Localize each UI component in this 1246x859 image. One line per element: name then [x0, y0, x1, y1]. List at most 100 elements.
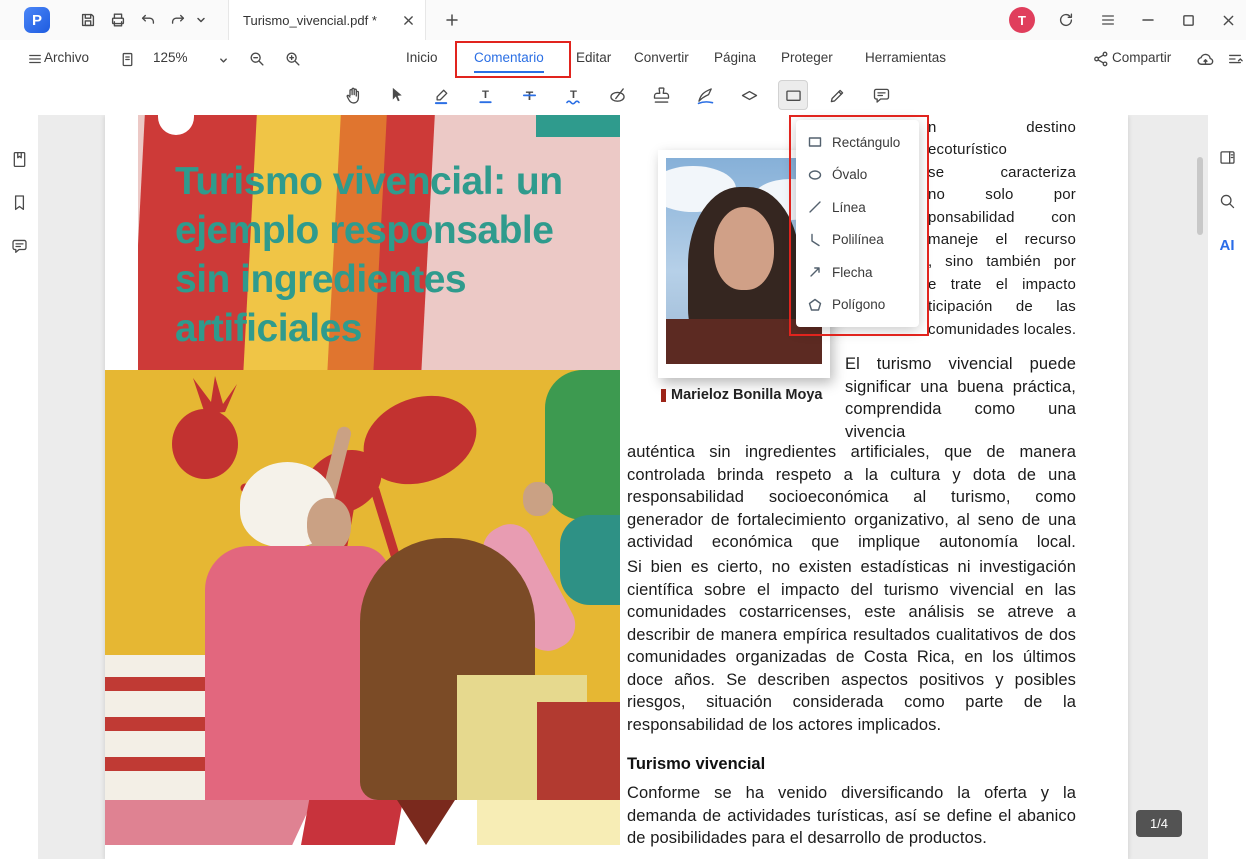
search-icon[interactable] — [1216, 190, 1238, 212]
squiggly-tool-icon[interactable]: T — [558, 80, 588, 110]
select-tool-icon[interactable] — [382, 80, 412, 110]
print-button[interactable] — [106, 8, 130, 32]
signature-tool-icon[interactable] — [690, 80, 720, 110]
menu-item-flecha[interactable]: Flecha — [796, 256, 919, 289]
tab-comentario[interactable]: Comentario — [474, 40, 544, 76]
paragraph-wide: auténtica sin ingredientes artificiales,… — [627, 443, 1076, 551]
zoom-out-button[interactable] — [246, 48, 268, 70]
tab-proteger[interactable]: Proteger — [781, 40, 833, 76]
intro-paragraph-fragments: n destino ecoturístico se caracteriza no… — [928, 117, 1076, 341]
menu-item-poligono[interactable]: Polígono — [796, 289, 919, 322]
footer-block-triangle — [397, 800, 455, 845]
account-avatar[interactable]: T — [1009, 7, 1035, 33]
strikethrough-tool-icon[interactable]: T — [514, 80, 544, 110]
footer-block-red — [301, 800, 403, 845]
compartir-button[interactable]: Compartir — [1112, 40, 1171, 76]
polygon-icon — [808, 298, 822, 311]
minimize-button[interactable] — [1136, 8, 1160, 32]
intro-text-line: comunidades locales. — [928, 320, 1076, 338]
pdf-page-canvas[interactable]: Turismo vivencial: un ejemplo responsabl… — [105, 115, 1128, 859]
stamp-tool-icon[interactable] — [646, 80, 676, 110]
zoom-dropdown-caret-icon[interactable] — [212, 49, 234, 71]
highlight-tool-icon[interactable] — [426, 80, 456, 110]
article-title: Turismo vivencial: un ejemplo responsabl… — [175, 160, 563, 350]
vertical-scrollbar-thumb[interactable] — [1197, 157, 1203, 235]
menu-item-rectangulo[interactable]: Rectángulo — [796, 126, 919, 159]
tab-herramientas[interactable]: Herramientas — [865, 40, 946, 76]
archivo-menu[interactable]: Archivo — [44, 40, 89, 76]
rectangle-icon — [808, 137, 822, 147]
oval-icon — [808, 170, 822, 180]
app-menu-button[interactable] — [1096, 8, 1120, 32]
archivo-menu-icon — [24, 48, 46, 70]
intro-text-line: maneje el recurso — [928, 230, 1076, 248]
shapes-dropdown-menu: Rectángulo Óvalo Línea Polilínea Flecha … — [796, 120, 919, 327]
comment-tool-icon[interactable] — [866, 80, 896, 110]
intro-text-line: , sino también por — [928, 253, 1076, 271]
mural-photo — [105, 370, 620, 800]
intro-text-line: e trate el impacto — [928, 275, 1076, 293]
active-tab-underline — [474, 71, 544, 73]
intro-text-line: no solo por — [928, 186, 1076, 204]
mural-person1-face — [307, 498, 351, 552]
panel-toggle-icon[interactable] — [1216, 146, 1238, 168]
intro-text-line: ticipación de las — [928, 298, 1076, 316]
collapse-toolbar-icon[interactable] — [1224, 48, 1246, 70]
hand-tool-icon[interactable] — [338, 80, 368, 110]
menu-item-linea[interactable]: Línea — [796, 191, 919, 224]
mural-green-figure — [545, 370, 620, 520]
tab-inicio[interactable]: Inicio — [406, 40, 438, 76]
eraser-diamond-tool-icon[interactable] — [734, 80, 764, 110]
pdfelement-window: P Turismo_vivencial.pdf * T Archivo 125%… — [0, 0, 1246, 859]
right-sidebar: AI — [1207, 115, 1246, 859]
menu-item-polilinea[interactable]: Polilínea — [796, 224, 919, 257]
portrait-face — [714, 207, 774, 290]
cloud-upload-icon[interactable] — [1194, 48, 1216, 70]
pencil-oval-tool-icon[interactable] — [602, 80, 632, 110]
intro-text-line: ponsabilidad con — [928, 208, 1076, 226]
page-size-icon[interactable] — [116, 48, 138, 70]
thumbnail-panel-icon[interactable] — [8, 148, 30, 170]
mural-teal-shape — [560, 515, 620, 605]
page-indicator-badge: 1/4 — [1136, 810, 1182, 837]
mural-bricks — [537, 702, 620, 800]
underline-tool-icon[interactable]: T — [470, 80, 500, 110]
maximize-button[interactable] — [1176, 8, 1200, 32]
redo-button[interactable] — [166, 8, 190, 32]
header-teal-strip — [536, 115, 620, 137]
sync-icon[interactable] — [1054, 8, 1078, 32]
shapes-tool-icon[interactable] — [778, 80, 808, 110]
caption-tick-icon — [661, 388, 666, 402]
ai-assistant-icon[interactable]: AI — [1216, 234, 1238, 256]
left-sidebar — [0, 115, 39, 859]
footer-block-pink — [105, 800, 313, 845]
new-tab-button[interactable] — [440, 8, 464, 32]
svg-text:T: T — [482, 89, 489, 101]
tab-pagina[interactable]: Página — [714, 40, 756, 76]
tab-editar[interactable]: Editar — [576, 40, 611, 76]
pencil-edit-tool-icon[interactable] — [822, 80, 852, 110]
titlebar: P Turismo_vivencial.pdf * T — [0, 0, 1246, 41]
intro-text-line: n destino — [928, 119, 1076, 136]
paragraph-narrow: El turismo vivencial puede significar un… — [845, 355, 1076, 441]
comment-panel-icon[interactable] — [8, 235, 30, 257]
portrait-caption: Marieloz Bonilla Moya — [661, 387, 841, 403]
zoom-in-button[interactable] — [282, 48, 304, 70]
bookmark-panel-icon[interactable] — [8, 191, 30, 213]
share-icon[interactable] — [1090, 48, 1112, 70]
footer-art-strip — [105, 800, 620, 845]
history-dropdown-caret-icon[interactable] — [193, 8, 209, 32]
tab-convertir[interactable]: Convertir — [634, 40, 689, 76]
document-area: Turismo vivencial: un ejemplo responsabl… — [38, 115, 1208, 859]
save-button[interactable] — [76, 8, 100, 32]
close-button[interactable] — [1216, 8, 1240, 32]
zoom-level[interactable]: 125% — [153, 40, 188, 76]
polyline-icon — [811, 233, 820, 246]
document-tab[interactable]: Turismo_vivencial.pdf * — [228, 0, 426, 40]
arrow-icon — [810, 267, 820, 277]
svg-text:T: T — [570, 89, 577, 101]
paragraph-2: Si bien es cierto, no existen estadístic… — [627, 558, 1076, 734]
menu-item-ovalo[interactable]: Óvalo — [796, 159, 919, 192]
tab-close-icon[interactable] — [399, 11, 417, 29]
undo-button[interactable] — [136, 8, 160, 32]
